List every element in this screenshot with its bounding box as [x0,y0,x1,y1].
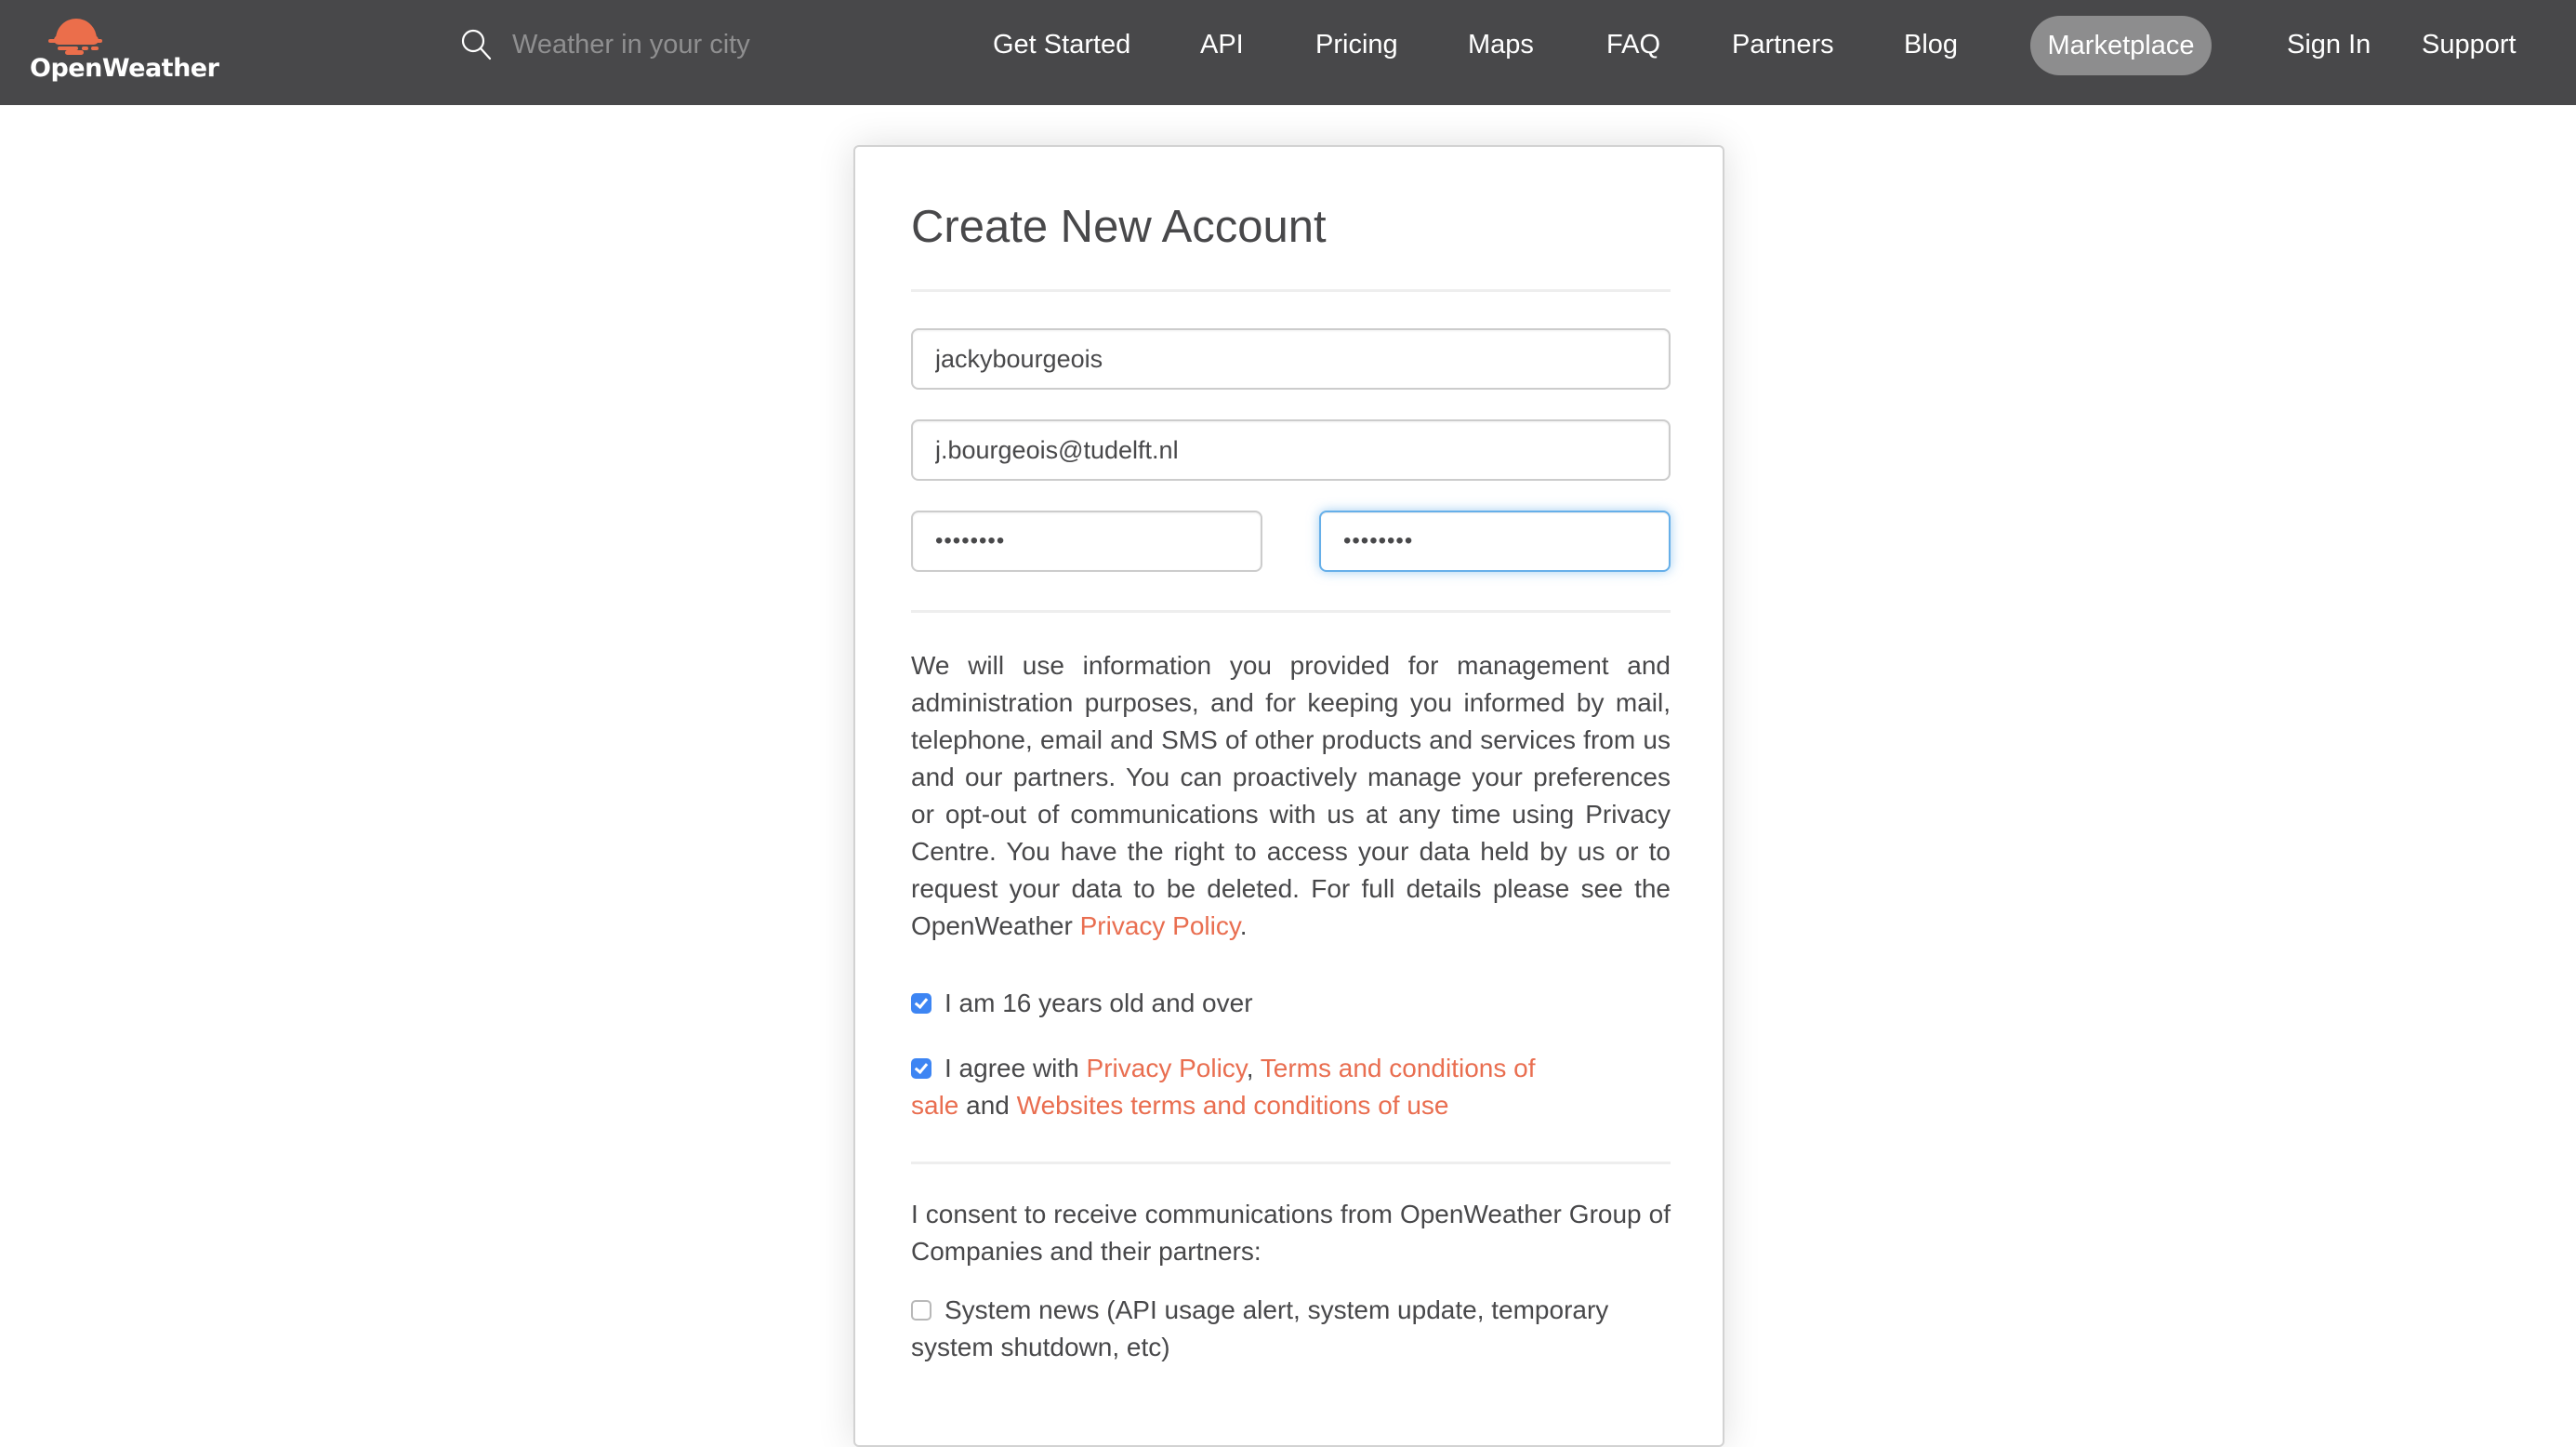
terms-divider [911,1162,1671,1164]
brand-name: OpenWeather [30,54,219,83]
search-icon[interactable] [460,28,494,61]
email-input[interactable] [911,419,1671,481]
top-navigation-bar: OpenWeather Get Started API Pricing Maps… [0,0,2576,105]
nav-partners[interactable]: Partners [1732,26,1834,63]
system-news-label: System news (API usage alert, system upd… [911,1295,1609,1361]
nav-support[interactable]: Support [2422,26,2517,63]
city-search-input[interactable] [512,26,847,63]
age-checkbox-label: I am 16 years old and over [945,989,1253,1017]
password-input[interactable] [911,511,1262,572]
system-news-option: System news (API usage alert, system upd… [911,1292,1645,1366]
terms-separator-1: , [1246,1054,1261,1082]
website-terms-link[interactable]: Websites terms and conditions of use [1017,1091,1449,1120]
terms-checkbox[interactable] [911,1058,931,1079]
privacy-notice-text: We will use information you provided for… [911,651,1671,940]
age-checkbox[interactable] [911,993,931,1014]
privacy-notice: We will use information you provided for… [911,647,1671,945]
terms-agreement: I agree with Privacy Policy, Terms and c… [911,1050,1543,1124]
create-account-card: Create New Account We will use informati… [853,145,1724,1447]
openweather-logo[interactable]: OpenWeather [28,7,219,91]
privacy-policy-link[interactable]: Privacy Policy [1080,911,1240,940]
nav-faq[interactable]: FAQ [1606,26,1660,63]
username-input[interactable] [911,328,1671,390]
nav-blog[interactable]: Blog [1904,26,1958,63]
nav-pricing[interactable]: Pricing [1315,26,1398,63]
fields-divider [911,610,1671,613]
nav-api[interactable]: API [1200,26,1244,63]
city-search [460,26,851,63]
nav-maps[interactable]: Maps [1468,26,1534,63]
password-confirm-input[interactable] [1319,511,1671,572]
sun-logo-icon [48,19,102,55]
privacy-notice-end: . [1239,911,1248,940]
terms-privacy-policy-link[interactable]: Privacy Policy [1087,1054,1247,1082]
consent-text: I consent to receive communications from… [911,1200,1671,1266]
nav-sign-in[interactable]: Sign In [2287,26,2371,63]
terms-prefix: I agree with [945,1054,1087,1082]
system-news-checkbox[interactable] [911,1300,931,1321]
terms-separator-2: and [958,1091,1017,1120]
nav-marketplace[interactable]: Marketplace [2030,16,2212,75]
age-confirmation: I am 16 years old and over [911,985,1671,1022]
title-divider [911,289,1671,292]
nav-get-started[interactable]: Get Started [993,26,1130,63]
page-title: Create New Account [911,202,1327,252]
